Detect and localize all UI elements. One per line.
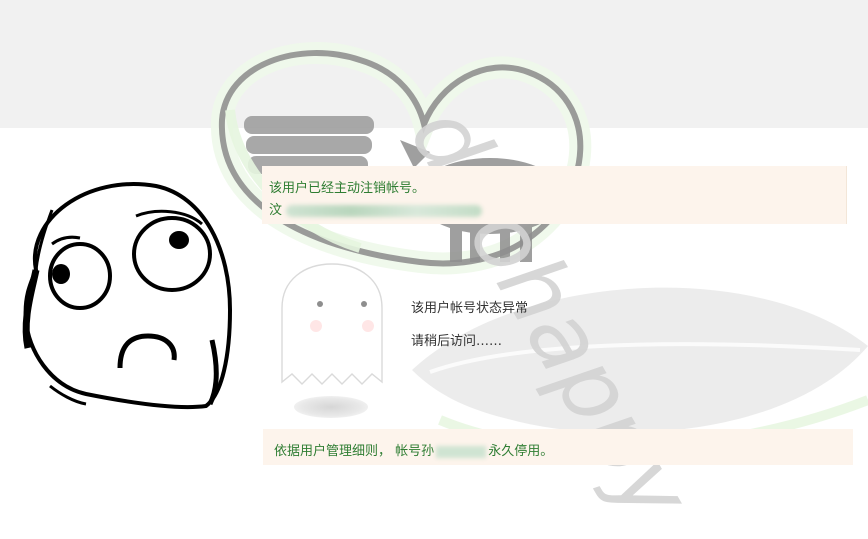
account-status-title: 该用户帐号状态异常: [411, 301, 529, 316]
ghost-shadow: [294, 396, 368, 418]
account-notice: 该用户已经主动注销帐号。 汶: [262, 166, 847, 224]
retry-later-text: 请稍后访问……: [411, 334, 503, 349]
account-cancelled-text: 该用户已经主动注销帐号。: [269, 181, 426, 196]
top-band: [0, 0, 868, 128]
notice-second-line-prefix: 汶: [269, 203, 283, 218]
policy-notice-text: 依据用户管理细则， 帐号孙 永久停用。: [274, 440, 553, 459]
account-partial: 孙: [421, 444, 435, 459]
policy-notice: 依据用户管理细则， 帐号孙 永久停用。: [263, 429, 853, 465]
worried-face-icon: [16, 180, 238, 410]
policy-suffix: 永久停用。: [488, 444, 554, 459]
policy-prefix: 依据用户管理细则，: [274, 444, 392, 459]
account-label: 帐号: [395, 444, 422, 459]
redacted-account: [436, 445, 487, 458]
notice-second-line: 汶: [269, 199, 483, 218]
redacted-text: [286, 204, 483, 217]
